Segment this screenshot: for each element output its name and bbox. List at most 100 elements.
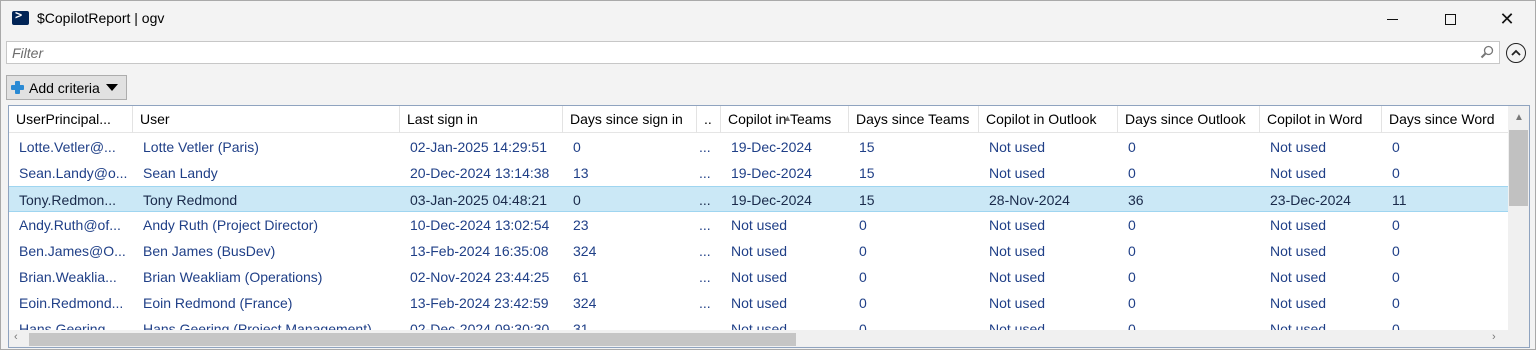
cell-days-since-sign-in: 324	[573, 243, 597, 259]
cell-collapsed: ...	[699, 243, 711, 259]
table-row[interactable]: Andy.Ruth@of... Andy Ruth (Project Direct…	[9, 212, 1509, 238]
scroll-right-icon[interactable]: ›	[1492, 331, 1496, 343]
cell-user: Sean Landy	[143, 165, 218, 181]
column-header-days-since-teams[interactable]: Days since Teams	[849, 106, 979, 133]
cell-copilot-in-outlook: Not used	[989, 269, 1046, 285]
cell-days-since-outlook: 0	[1128, 295, 1136, 311]
cell-days-since-teams: 15	[859, 139, 875, 155]
cell-copilot-in-teams: Not used	[731, 269, 788, 285]
cell-last-sign-in: 13-Feb-2024 23:42:59	[410, 295, 549, 311]
maximize-button[interactable]	[1421, 1, 1479, 37]
column-header-copilot-in-outlook[interactable]: Copilot in Outlook	[979, 106, 1118, 133]
cell-copilot-in-word: Not used	[1270, 269, 1327, 285]
table-row[interactable]: Sean.Landy@o... Sean Landy 20-Dec-2024 13:…	[9, 160, 1509, 186]
ogv-window: > $CopilotReport | ogv ✕ Add criteria Us…	[0, 0, 1536, 350]
cell-copilot-in-outlook: Not used	[989, 217, 1046, 233]
minimize-button[interactable]	[1363, 1, 1421, 37]
cell-collapsed: ...	[699, 192, 711, 208]
cell-days-since-teams: 0	[859, 295, 867, 311]
cell-days-since-outlook: 0	[1128, 217, 1136, 233]
cell-collapsed: ...	[699, 269, 711, 285]
cell-copilot-in-teams: Not used	[731, 295, 788, 311]
cell-copilot-in-word: Not used	[1270, 139, 1327, 155]
vertical-scrollbar[interactable]: ▲	[1508, 106, 1529, 330]
cell-days-since-word: 0	[1392, 165, 1400, 181]
close-button[interactable]: ✕	[1478, 1, 1536, 37]
cell-days-since-sign-in: 23	[573, 217, 589, 233]
cell-days-since-word: 0	[1392, 139, 1400, 155]
cell-copilot-in-teams: 19-Dec-2024	[731, 192, 812, 208]
column-header-last-sign-in[interactable]: Last sign in	[400, 106, 563, 133]
dropdown-arrow-icon	[105, 84, 118, 91]
table-row[interactable]: Ben.James@O... Ben James (BusDev) 13-Feb-2…	[9, 238, 1509, 264]
cell-user: Brian Weakliam (Operations)	[143, 269, 323, 285]
plus-icon	[11, 81, 24, 94]
cell-last-sign-in: 13-Feb-2024 16:35:08	[410, 243, 549, 259]
cell-days-since-teams: 0	[859, 243, 867, 259]
column-header-days-since-sign-in[interactable]: Days since sign in	[563, 106, 697, 133]
filter-input[interactable]	[7, 42, 1467, 63]
cell-copilot-in-teams: Not used	[731, 217, 788, 233]
table-row[interactable]: Eoin.Redmond... Eoin Redmond (France) 13-F…	[9, 290, 1509, 316]
cell-days-since-word: 0	[1392, 217, 1400, 233]
cell-days-since-word: 0	[1392, 295, 1400, 311]
cell-collapsed: ...	[699, 139, 711, 155]
cell-days-since-outlook: 0	[1128, 139, 1136, 155]
cell-collapsed: ...	[699, 217, 711, 233]
cell-copilot-in-teams: 19-Dec-2024	[731, 165, 812, 181]
scroll-up-icon[interactable]: ▲	[1514, 112, 1524, 123]
cell-userprincipalname: Andy.Ruth@of...	[19, 217, 121, 233]
cell-days-since-sign-in: 13	[573, 165, 589, 181]
cell-copilot-in-teams: Not used	[731, 243, 788, 259]
cell-copilot-in-outlook: Not used	[989, 139, 1046, 155]
cell-user: Tony Redmond	[143, 192, 238, 208]
cell-days-since-teams: 15	[859, 165, 875, 181]
cell-collapsed: ...	[699, 295, 711, 311]
column-header-userprincipalname[interactable]: UserPrincipal...	[9, 106, 133, 133]
cell-last-sign-in: 03-Jan-2025 04:48:21	[410, 192, 547, 208]
cell-last-sign-in: 02-Jan-2025 14:29:51	[410, 139, 547, 155]
cell-days-since-outlook: 36	[1128, 192, 1144, 208]
chevron-up-icon	[1511, 49, 1521, 56]
cell-copilot-in-outlook: Not used	[989, 165, 1046, 181]
table-row[interactable]: Lotte.Vetler@... Lotte Vetler (Paris) 02-J…	[9, 134, 1509, 160]
minimize-icon	[1386, 18, 1398, 20]
column-header-copilot-in-teams-label: Copilot in Teams	[728, 111, 832, 127]
cell-userprincipalname: Eoin.Redmond...	[19, 295, 124, 311]
horizontal-scroll-thumb[interactable]	[29, 333, 796, 346]
table-row[interactable]: Tony.Redmon... Tony Redmond 03-Jan-2025 04…	[9, 186, 1509, 212]
column-header-copilot-in-teams[interactable]: Copilot in Teams ▲	[721, 106, 849, 133]
cell-days-since-word: 11	[1392, 192, 1407, 208]
horizontal-scrollbar[interactable]: ‹ ›	[9, 330, 1509, 347]
collapse-filter-button[interactable]	[1506, 43, 1526, 63]
filter-box	[6, 41, 1500, 64]
column-header-days-since-word[interactable]: Days since Word	[1382, 106, 1509, 133]
cell-copilot-in-word: Not used	[1270, 165, 1327, 181]
add-criteria-button[interactable]: Add criteria	[6, 75, 127, 100]
cell-user: Andy Ruth (Project Director)	[143, 217, 319, 233]
results-grid: UserPrincipal... User Last sign in Days …	[8, 105, 1530, 348]
cell-last-sign-in: 20-Dec-2024 13:14:38	[410, 165, 550, 181]
cell-copilot-in-word: Not used	[1270, 295, 1327, 311]
cell-user: Eoin Redmond (France)	[143, 295, 293, 311]
cell-days-since-sign-in: 0	[573, 192, 581, 208]
title-bar: > $CopilotReport | ogv ✕	[1, 1, 1535, 37]
cell-userprincipalname: Sean.Landy@o...	[19, 165, 128, 181]
cell-userprincipalname: Lotte.Vetler@...	[19, 139, 116, 155]
cell-days-since-outlook: 0	[1128, 269, 1136, 285]
cell-days-since-sign-in: 324	[573, 295, 597, 311]
cell-copilot-in-outlook: Not used	[989, 243, 1046, 259]
column-header-user[interactable]: User	[133, 106, 400, 133]
column-header-collapsed[interactable]: ..	[697, 106, 721, 133]
scrollbar-corner	[1508, 330, 1529, 347]
column-header-days-since-outlook[interactable]: Days since Outlook	[1118, 106, 1260, 133]
add-criteria-label: Add criteria	[29, 79, 100, 96]
table-row[interactable]: Brian.Weaklia... Brian Weakliam (Operatio…	[9, 264, 1509, 290]
cell-user: Lotte Vetler (Paris)	[143, 139, 259, 155]
close-icon: ✕	[1499, 8, 1515, 30]
cell-copilot-in-outlook: Not used	[989, 295, 1046, 311]
vertical-scroll-thumb[interactable]	[1509, 130, 1528, 206]
cell-userprincipalname: Ben.James@O...	[19, 243, 126, 259]
scroll-left-icon[interactable]: ‹	[14, 331, 18, 343]
column-header-copilot-in-word[interactable]: Copilot in Word	[1260, 106, 1382, 133]
